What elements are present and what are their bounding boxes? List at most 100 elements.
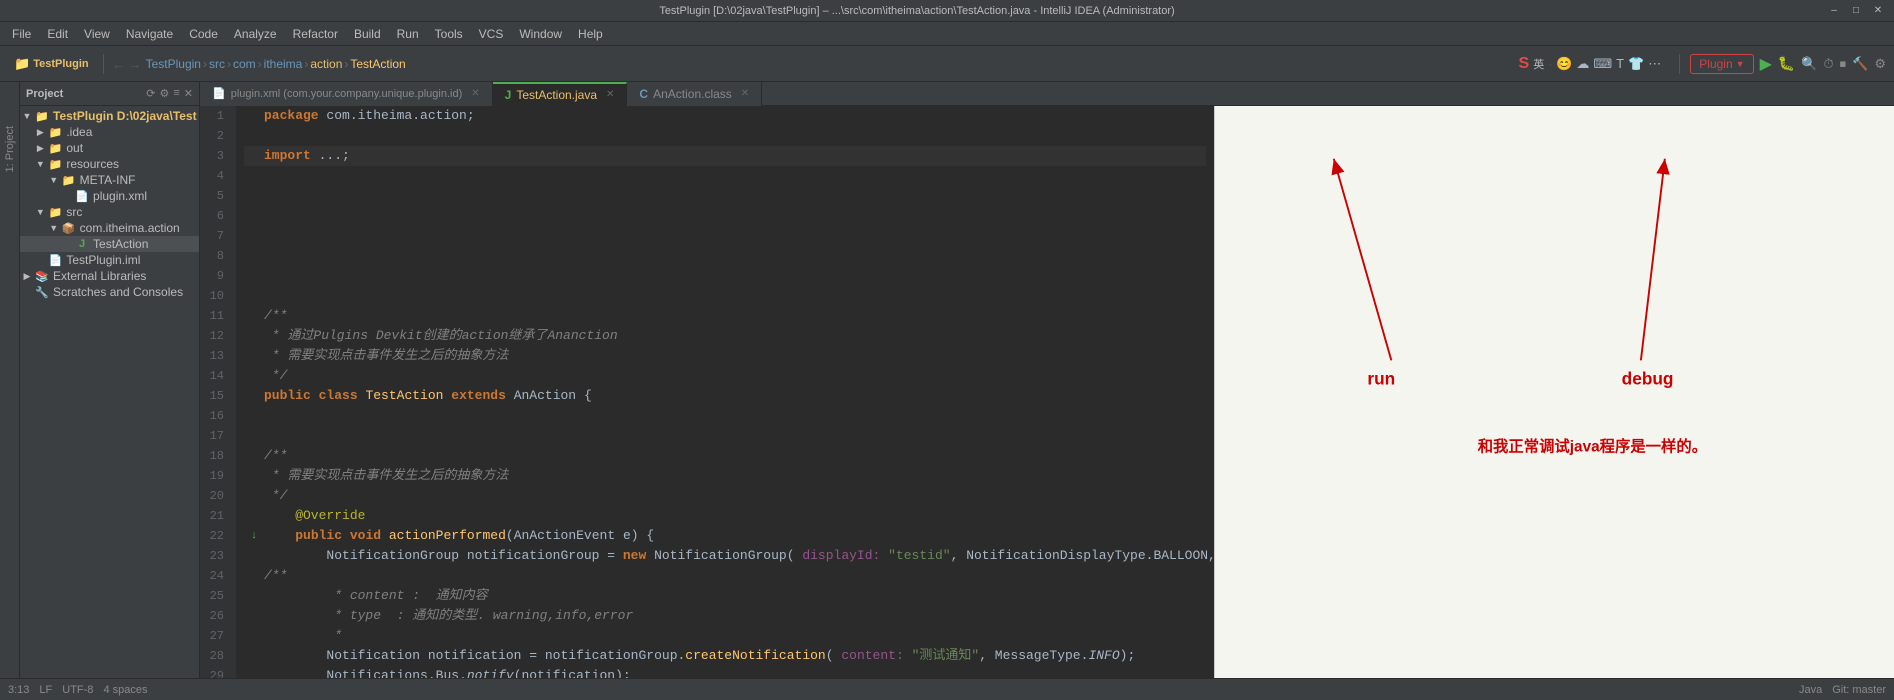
tree-item-3[interactable]: ▼ 📁 resources xyxy=(20,156,199,172)
menu-analyze[interactable]: Analyze xyxy=(226,25,285,43)
plugin-dropdown-icon: ▼ xyxy=(1736,59,1745,69)
code-line-3: import ...; xyxy=(244,146,1206,166)
forward-arrow[interactable]: → xyxy=(128,56,142,72)
project-close-icon[interactable]: ✕ xyxy=(184,87,193,100)
code-line-21: @Override xyxy=(244,506,1206,526)
breadcrumb-project: TestPlugin xyxy=(146,57,201,71)
tree-item-10[interactable]: ▶ 📚 External Libraries xyxy=(20,268,199,284)
profile-button[interactable]: ⏱ xyxy=(1824,56,1834,72)
tree-item-5[interactable]: 📄 plugin.xml xyxy=(20,188,199,204)
code-line-12: * 通过Pulgins Devkit创建的action继承了Ananction xyxy=(244,326,1206,346)
breadcrumb-action[interactable]: action xyxy=(310,57,342,71)
menu-code[interactable]: Code xyxy=(181,25,226,43)
code-line-27: * xyxy=(244,626,1206,646)
code-line-6 xyxy=(244,206,1206,226)
line-number-28: 28 xyxy=(200,646,230,666)
project-vtab[interactable]: 1: Project xyxy=(2,122,18,176)
settings-button[interactable]: ⚙ xyxy=(1874,56,1886,72)
code-line-2 xyxy=(244,126,1206,146)
line-number-21: 21 xyxy=(200,506,230,526)
tree-item-1[interactable]: ▶ 📁 .idea xyxy=(20,124,199,140)
menu-navigate[interactable]: Navigate xyxy=(118,25,181,43)
line-number-5: 5 xyxy=(200,186,230,206)
plugin-button[interactable]: Plugin ▼ xyxy=(1690,54,1753,74)
menu-view[interactable]: View xyxy=(76,25,118,43)
code-line-25: * content : 通知内容 xyxy=(244,586,1206,606)
status-lf: LF xyxy=(39,684,52,696)
tree-item-11[interactable]: 🔧 Scratches and Consoles xyxy=(20,284,199,300)
code-line-14: */ xyxy=(244,366,1206,386)
menu-run[interactable]: Run xyxy=(389,25,427,43)
tab-testaction-icon: J xyxy=(505,88,512,102)
code-line-18: /** xyxy=(244,446,1206,466)
line-number-20: 20 xyxy=(200,486,230,506)
code-content[interactable]: package com.itheima.action; import ...; … xyxy=(236,106,1214,678)
tree-item-2[interactable]: ▶ 📁 out xyxy=(20,140,199,156)
line-number-24: 24 xyxy=(200,566,230,586)
code-line-28: Notification notification = notification… xyxy=(244,646,1206,666)
breadcrumb-sep-1: › xyxy=(203,57,207,71)
menu-vcs[interactable]: VCS xyxy=(471,25,512,43)
breadcrumb-sep-2: › xyxy=(227,57,231,71)
code-editor[interactable]: 1234567891011121314151617181920212223242… xyxy=(200,106,1214,678)
tree-item-9[interactable]: 📄 TestPlugin.iml xyxy=(20,252,199,268)
line-numbers: 1234567891011121314151617181920212223242… xyxy=(200,106,236,678)
tree-item-7[interactable]: ▼ 📦 com.itheima.action xyxy=(20,220,199,236)
coverage-button[interactable]: 🔍 xyxy=(1801,56,1817,72)
menu-edit[interactable]: Edit xyxy=(39,25,76,43)
minimize-button[interactable]: – xyxy=(1826,3,1842,19)
project-selector[interactable]: 📁 TestPlugin xyxy=(8,50,95,78)
line-number-27: 27 xyxy=(200,626,230,646)
toolbar: 📁 TestPlugin ← → TestPlugin › src › com … xyxy=(0,46,1894,82)
code-line-19: * 需要实现点击事件发生之后的抽象方法 xyxy=(244,466,1206,486)
code-line-5 xyxy=(244,186,1206,206)
code-line-13: * 需要实现点击事件发生之后的抽象方法 xyxy=(244,346,1206,366)
menu-build[interactable]: Build xyxy=(346,25,389,43)
menu-window[interactable]: Window xyxy=(511,25,570,43)
vertical-tab: 1: Project xyxy=(0,82,20,678)
tree-item-0[interactable]: ▼ 📁 TestPlugin D:\02java\Test xyxy=(20,108,199,124)
tab-anaction[interactable]: C AnAction.class ✕ xyxy=(627,82,762,106)
back-arrow[interactable]: ← xyxy=(112,56,126,72)
code-line-8 xyxy=(244,246,1206,266)
title-text: TestPlugin [D:\02java\TestPlugin] – ...\… xyxy=(8,5,1826,17)
gutter-icon-22: ↓ xyxy=(244,526,264,546)
run-button[interactable]: ▶ xyxy=(1760,54,1772,74)
tab-testaction[interactable]: J TestAction.java ✕ xyxy=(493,82,628,106)
tree-label-7: com.itheima.action xyxy=(80,221,180,235)
breadcrumb-com[interactable]: com xyxy=(233,57,256,71)
close-button[interactable]: ✕ xyxy=(1870,3,1886,19)
stop-button[interactable]: ⏹ xyxy=(1840,56,1847,72)
svg-text:run: run xyxy=(1367,368,1395,388)
status-encoding: UTF-8 xyxy=(62,684,93,696)
tree-item-8[interactable]: J TestAction xyxy=(20,236,199,252)
breadcrumb-itheima[interactable]: itheima xyxy=(264,57,303,71)
project-settings-icon[interactable]: ⚙ xyxy=(159,87,169,100)
maximize-button[interactable]: □ xyxy=(1848,3,1864,19)
tree-item-4[interactable]: ▼ 📁 META-INF xyxy=(20,172,199,188)
menu-refactor[interactable]: Refactor xyxy=(285,25,346,43)
sougou-emoji: 😊 xyxy=(1556,56,1572,72)
editor-container: 📄 plugin.xml (com.your.company.unique.pl… xyxy=(200,82,1894,678)
line-number-25: 25 xyxy=(200,586,230,606)
line-number-9: 9 xyxy=(200,266,230,286)
menu-help[interactable]: Help xyxy=(570,25,611,43)
breadcrumb-src[interactable]: src xyxy=(209,57,225,71)
status-spaces: 4 spaces xyxy=(103,684,147,696)
tab-plugin-xml[interactable]: 📄 plugin.xml (com.your.company.unique.pl… xyxy=(200,82,493,106)
debug-button[interactable]: 🐛 xyxy=(1778,55,1795,72)
project-gear-icon[interactable]: ≡ xyxy=(173,87,179,100)
menu-file[interactable]: File xyxy=(4,25,39,43)
project-header-title: Project xyxy=(26,88,63,100)
project-sync-icon[interactable]: ⟳ xyxy=(146,87,155,100)
sougou-icon: S xyxy=(1519,55,1530,73)
tab-testaction-close[interactable]: ✕ xyxy=(606,89,614,100)
menu-tools[interactable]: Tools xyxy=(427,25,471,43)
tab-plugin-xml-close[interactable]: ✕ xyxy=(471,88,479,99)
build-button[interactable]: 🔨 xyxy=(1852,56,1868,72)
nav-arrows: ← → xyxy=(112,56,142,72)
line-number-18: 18 xyxy=(200,446,230,466)
tree-item-6[interactable]: ▼ 📁 src xyxy=(20,204,199,220)
breadcrumb-testaction[interactable]: TestAction xyxy=(350,57,405,71)
tab-anaction-close[interactable]: ✕ xyxy=(741,88,749,99)
